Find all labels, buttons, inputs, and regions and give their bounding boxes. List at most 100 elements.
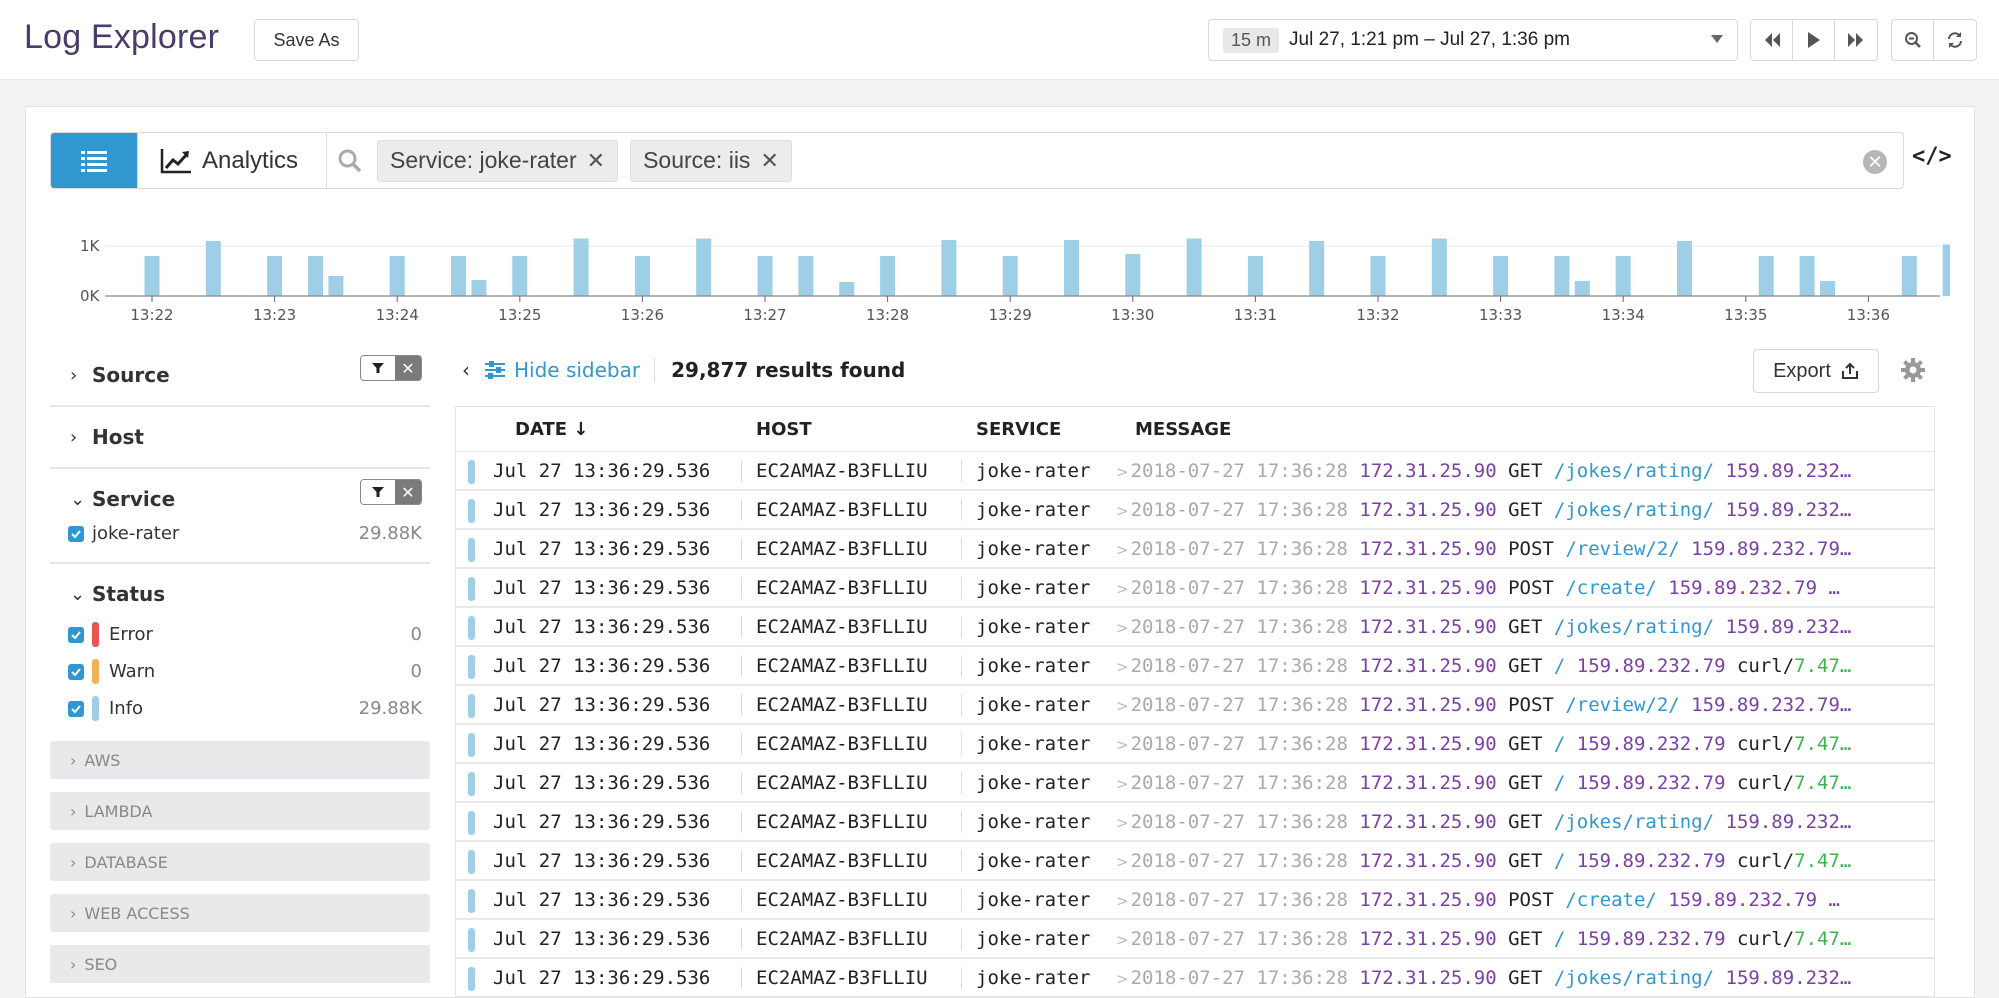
table-row[interactable]: Jul 27 13:36:29.536 EC2AMAZ-B3FLLIU joke-r…	[456, 803, 1934, 842]
histogram-bar[interactable]	[1677, 241, 1692, 296]
clear-facet-button[interactable]: ✕	[395, 480, 421, 504]
settings-button[interactable]	[1900, 357, 1926, 387]
message-path: /jokes/rating/	[1553, 498, 1715, 521]
table-row[interactable]: Jul 27 13:36:29.536 EC2AMAZ-B3FLLIU joke-r…	[456, 686, 1934, 725]
histogram-bar[interactable]	[1064, 240, 1079, 296]
checkbox-checked[interactable]	[68, 700, 84, 717]
table-row[interactable]: Jul 27 13:36:29.536 EC2AMAZ-B3FLLIU joke-r…	[456, 725, 1934, 764]
histogram-bar[interactable]	[1370, 256, 1386, 296]
message-timestamp: 2018-07-27 17:36:28	[1130, 771, 1348, 794]
histogram-bar[interactable]	[634, 256, 650, 296]
facet-group-seo[interactable]: › SEO	[50, 945, 430, 983]
message-server-ip: 172.31.25.90	[1359, 498, 1497, 521]
facet-value-info[interactable]: Info 29.88K	[50, 690, 430, 727]
column-header-date[interactable]: DATE ↓	[515, 419, 588, 440]
table-row[interactable]: Jul 27 13:36:29.536 EC2AMAZ-B3FLLIU joke-r…	[456, 881, 1934, 920]
checkbox-checked[interactable]	[68, 663, 84, 680]
table-row[interactable]: Jul 27 13:36:29.536 EC2AMAZ-B3FLLIU joke-r…	[456, 647, 1934, 686]
histogram-bar[interactable]	[1431, 238, 1447, 297]
refresh-button[interactable]	[1934, 20, 1976, 60]
histogram-bar[interactable]	[205, 241, 221, 296]
step-back-button[interactable]	[1751, 20, 1793, 60]
remove-chip-icon[interactable]: ✕	[760, 148, 778, 174]
facet-group-database[interactable]: › DATABASE	[50, 843, 430, 881]
filter-chip-service[interactable]: Service: joke-rater ✕	[377, 139, 619, 182]
histogram-bar[interactable]	[144, 256, 160, 296]
table-row[interactable]: Jul 27 13:36:29.536 EC2AMAZ-B3FLLIU joke-r…	[456, 452, 1934, 491]
histogram-bar[interactable]	[1942, 244, 1958, 297]
histogram-bar[interactable]	[1247, 256, 1263, 296]
column-header-message[interactable]: MESSAGE	[1135, 419, 1231, 440]
zoom-out-button[interactable]	[1892, 20, 1934, 60]
table-row[interactable]: Jul 27 13:36:29.536 EC2AMAZ-B3FLLIU joke-r…	[456, 920, 1934, 959]
facet-header-host[interactable]: › Host	[50, 407, 430, 467]
message-path: /review/2/	[1565, 693, 1680, 716]
facet-header-status[interactable]: ⌄ Status	[50, 564, 430, 624]
histogram-bar[interactable]	[451, 256, 466, 296]
histogram-bar[interactable]	[880, 256, 896, 296]
remove-chip-icon[interactable]: ✕	[587, 148, 605, 174]
analytics-tab[interactable]: Analytics	[137, 133, 327, 188]
facet-group-web-access[interactable]: › WEB ACCESS	[50, 894, 430, 932]
clear-search-icon[interactable]: ✕	[1863, 150, 1887, 174]
log-histogram[interactable]: 0K 1K 13:22 13:23 13:24 13:25 13:26 13:27 13:28 1…	[60, 232, 1958, 327]
histogram-bar[interactable]	[798, 256, 814, 296]
histogram-bar[interactable]	[1901, 256, 1917, 296]
histogram-bar[interactable]	[307, 256, 323, 296]
facet-group-aws[interactable]: › AWS	[50, 741, 430, 779]
facet-value-warn[interactable]: Warn 0	[50, 653, 430, 690]
histogram-bar[interactable]	[573, 238, 589, 297]
play-button[interactable]	[1793, 20, 1835, 60]
message-timestamp: 2018-07-27 17:36:28	[1130, 693, 1348, 716]
filter-button[interactable]	[361, 480, 395, 504]
code-toggle-icon[interactable]: </>	[1912, 144, 1952, 169]
histogram-bar[interactable]	[1493, 256, 1509, 296]
column-header-host[interactable]: HOST	[756, 419, 812, 440]
histogram-bar[interactable]	[1002, 256, 1018, 296]
histogram-bar[interactable]	[1615, 256, 1631, 296]
clear-facet-button[interactable]: ✕	[395, 356, 421, 380]
histogram-bar[interactable]	[267, 256, 283, 296]
facet-group-lambda[interactable]: › LAMBDA	[50, 792, 430, 830]
export-button[interactable]: Export	[1753, 349, 1879, 393]
table-row[interactable]: Jul 27 13:36:29.536 EC2AMAZ-B3FLLIU joke-r…	[456, 959, 1934, 998]
column-header-service[interactable]: SERVICE	[976, 419, 1061, 440]
histogram-bar[interactable]	[512, 256, 528, 296]
histogram-bar[interactable]	[328, 276, 344, 296]
histogram-bar[interactable]	[1574, 281, 1590, 296]
filter-chip-source[interactable]: Source: iis ✕	[630, 139, 792, 182]
table-row[interactable]: Jul 27 13:36:29.536 EC2AMAZ-B3FLLIU joke-r…	[456, 569, 1934, 608]
histogram-bar[interactable]	[1820, 281, 1836, 296]
table-row[interactable]: Jul 27 13:36:29.536 EC2AMAZ-B3FLLIU joke-r…	[456, 764, 1934, 803]
table-row[interactable]: Jul 27 13:36:29.536 EC2AMAZ-B3FLLIU joke-r…	[456, 608, 1934, 647]
search-bar[interactable]: Service: joke-rater ✕ Source: iis ✕ ✕	[326, 132, 1904, 189]
histogram-bar[interactable]	[1799, 256, 1815, 296]
step-forward-button[interactable]	[1835, 20, 1877, 60]
save-as-button[interactable]: Save As	[254, 19, 359, 61]
checkbox-checked[interactable]	[68, 525, 84, 542]
facet-value-joke-rater[interactable]: joke-rater 29.88K	[50, 515, 430, 552]
table-row[interactable]: Jul 27 13:36:29.536 EC2AMAZ-B3FLLIU joke-r…	[456, 491, 1934, 530]
histogram-bar[interactable]	[1554, 256, 1570, 296]
histogram-bar[interactable]	[696, 238, 712, 297]
facet-title: Source	[92, 363, 170, 387]
list-view-button[interactable]	[51, 133, 137, 188]
histogram-bar[interactable]	[1309, 241, 1325, 296]
histogram-bar[interactable]	[1186, 238, 1202, 297]
table-row[interactable]: Jul 27 13:36:29.536 EC2AMAZ-B3FLLIU joke-r…	[456, 530, 1934, 569]
histogram-bar[interactable]	[471, 280, 487, 296]
hide-sidebar-link[interactable]: Hide sidebar	[484, 358, 640, 382]
time-range-picker[interactable]: 15 m Jul 27, 1:21 pm – Jul 27, 1:36 pm	[1208, 19, 1738, 61]
filter-button[interactable]	[361, 356, 395, 380]
histogram-bar[interactable]	[1125, 254, 1141, 296]
table-row[interactable]: Jul 27 13:36:29.536 EC2AMAZ-B3FLLIU joke-r…	[456, 842, 1934, 881]
facet-value-label: Warn	[109, 661, 156, 682]
histogram-bar[interactable]	[941, 240, 957, 296]
chevron-left-icon[interactable]: ‹	[462, 358, 470, 382]
histogram-bar[interactable]	[389, 256, 405, 296]
histogram-bar[interactable]	[1758, 256, 1774, 296]
checkbox-checked[interactable]	[68, 626, 84, 643]
histogram-bar[interactable]	[757, 256, 773, 296]
facet-value-error[interactable]: Error 0	[50, 616, 430, 653]
histogram-bar[interactable]	[839, 282, 855, 296]
